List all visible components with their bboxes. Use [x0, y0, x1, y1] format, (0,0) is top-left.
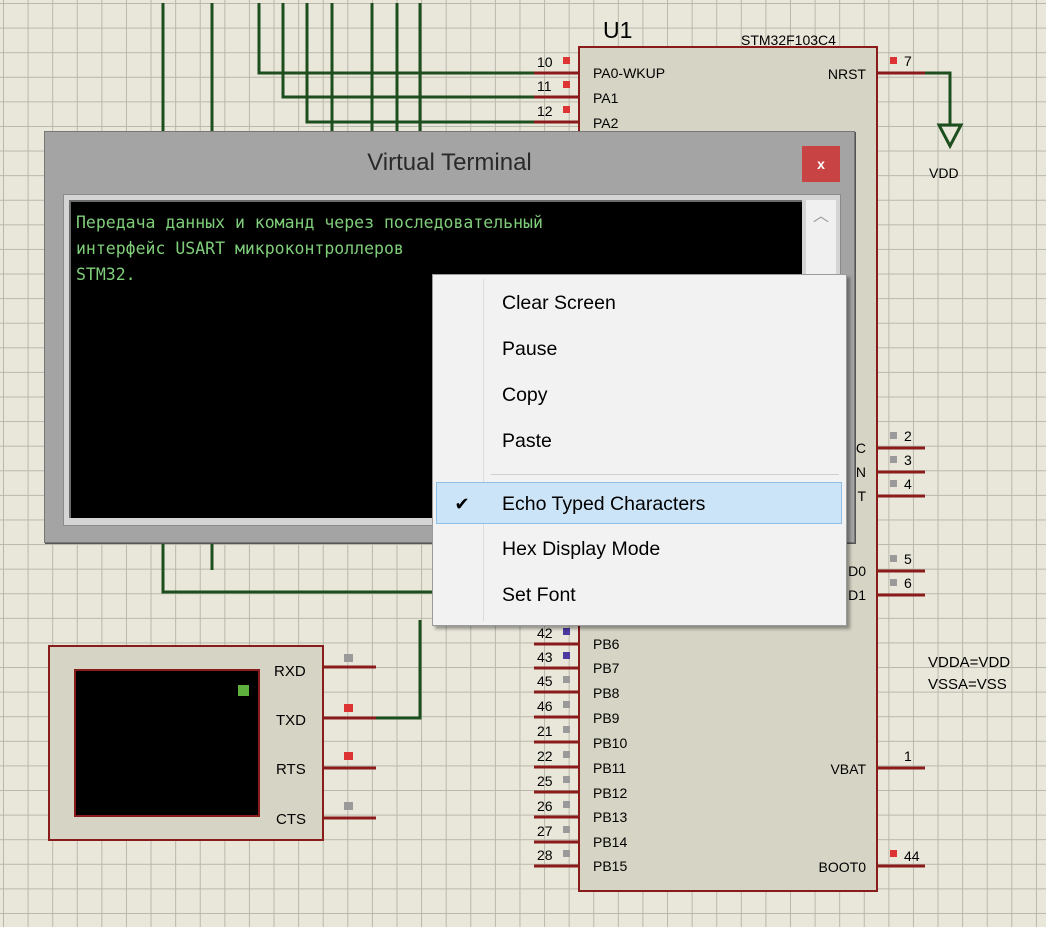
pin-name: NRST	[827, 66, 866, 82]
menu-item-paste[interactable]: Paste	[436, 420, 842, 462]
pin-name: PB6	[593, 636, 620, 652]
status-led-icon	[238, 685, 249, 696]
pin-name: C	[855, 440, 866, 456]
pin-name: D1	[848, 587, 866, 603]
menu-item-label: Hex Display Mode	[502, 538, 661, 560]
pin-number: 1	[904, 748, 912, 764]
pin-number: 11	[537, 78, 552, 94]
pin-name: PB14	[593, 834, 628, 850]
scroll-up-icon[interactable]: ︿	[806, 200, 836, 230]
pin-number: 27	[537, 823, 553, 839]
pin-name: PA2	[593, 115, 619, 131]
vdd-label: VDD	[929, 165, 959, 181]
pin-txd: TXD	[276, 712, 306, 729]
chip-ref-label: U1	[603, 17, 633, 43]
menu-item-label: Paste	[502, 430, 552, 452]
pin-name: PB15	[593, 858, 628, 874]
menu-item-label: Set Font	[502, 584, 576, 606]
menu-item-echo-typed-characters[interactable]: ✔ Echo Typed Characters	[436, 482, 842, 524]
pin-name: N	[855, 464, 866, 480]
power-note: VSSA=VSS	[928, 676, 1007, 693]
pin-number: 28	[537, 847, 553, 863]
menu-item-set-font[interactable]: Set Font	[436, 574, 842, 616]
pin-name: PB9	[593, 710, 620, 726]
pin-number: 46	[537, 698, 553, 714]
checkmark-icon: ✔	[454, 494, 470, 514]
pin-number: 10	[537, 54, 553, 70]
pin-number: 7	[904, 53, 912, 69]
menu-item-label: Clear Screen	[502, 292, 616, 314]
pin-name: PA0-WKUP	[593, 65, 666, 81]
pin-number: 44	[904, 848, 920, 864]
menu-item-pause[interactable]: Pause	[436, 328, 842, 370]
pin-name: PB8	[593, 685, 620, 701]
pin-name: D0	[848, 563, 866, 579]
window-title: Virtual Terminal	[367, 149, 532, 176]
menu-item-label: Echo Typed Characters	[502, 493, 706, 515]
pin-number: 22	[537, 748, 553, 764]
menu-separator	[491, 474, 839, 475]
power-note: VDDA=VDD	[928, 654, 1011, 671]
pin-number: 25	[537, 773, 553, 789]
menu-item-hex-display-mode[interactable]: Hex Display Mode	[436, 528, 842, 570]
chip-part-label: STM32F103C4	[741, 32, 836, 48]
terminal-component-screen	[74, 669, 260, 817]
pin-number: 2	[904, 428, 912, 444]
pin-name: PB12	[593, 785, 628, 801]
pin-number: 26	[537, 798, 553, 814]
pin-number: 4	[904, 476, 912, 492]
pin-rxd: RXD	[274, 663, 306, 680]
pin-name: T	[857, 488, 866, 504]
pin-name: PB11	[593, 760, 627, 776]
pin-name: BOOT0	[818, 859, 866, 875]
menu-item-label: Copy	[502, 384, 548, 406]
pin-name: VBAT	[830, 761, 866, 777]
pin-name: PA1	[593, 90, 619, 106]
close-button[interactable]: x	[802, 146, 840, 182]
pin-number: 6	[904, 575, 912, 591]
pin-name: PB13	[593, 809, 628, 825]
pin-number: 5	[904, 551, 912, 567]
pin-name: PB10	[593, 735, 628, 751]
pin-number: 3	[904, 452, 912, 468]
pin-name: PB7	[593, 660, 620, 676]
pin-number: 42	[537, 625, 553, 641]
pin-number: 45	[537, 673, 553, 689]
menu-item-copy[interactable]: Copy	[436, 374, 842, 416]
pin-cts: CTS	[276, 811, 306, 828]
pin-number: 21	[537, 723, 553, 739]
pin-number: 43	[537, 649, 553, 665]
pin-number: 12	[537, 103, 553, 119]
menu-item-label: Pause	[502, 338, 558, 360]
menu-item-clear-screen[interactable]: Clear Screen	[436, 282, 842, 324]
pin-rts: RTS	[276, 761, 306, 778]
context-menu: Clear Screen Pause Copy Paste ✔ Echo Typ…	[432, 274, 847, 626]
